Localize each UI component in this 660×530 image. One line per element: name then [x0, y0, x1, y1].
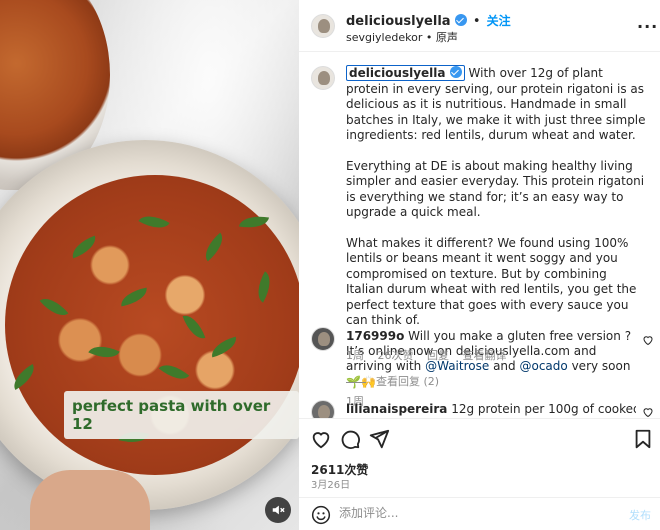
comment-likes[interactable]: 26次赞 — [378, 349, 414, 362]
comment-bar: 发布 — [299, 497, 660, 530]
verified-icon — [454, 14, 467, 26]
comment-username[interactable]: 176999o — [346, 329, 404, 343]
heart-icon[interactable] — [310, 428, 332, 450]
comment-like-icon[interactable] — [642, 406, 654, 418]
translate-button[interactable]: 查看翻译 — [463, 349, 507, 362]
emoji-icon[interactable] — [311, 505, 331, 525]
comment-body: 176999o Will you make a gluten free vers… — [346, 329, 636, 343]
comment-meta: 1周 26次赞 回复 查看翻译 — [346, 347, 517, 363]
comment-avatar[interactable] — [311, 400, 335, 418]
comment-item: 176999o Will you make a gluten free vers… — [299, 325, 660, 388]
caption-paragraph-2: Everything at DE is about making healthy… — [346, 158, 645, 220]
mute-button[interactable] — [265, 497, 291, 523]
comment-avatar[interactable] — [311, 327, 335, 351]
audio-line[interactable]: sevgiyledekor • 原声 — [346, 29, 458, 45]
comment-username[interactable]: lilianaispereira — [346, 402, 447, 416]
comment-time[interactable]: 1周 — [346, 349, 364, 362]
post-panel: deliciouslyella • 关注 sevgiyledekor • 原声 … — [299, 0, 660, 530]
caption-username[interactable]: deliciouslyella — [346, 65, 465, 81]
comment-like-icon[interactable] — [642, 334, 654, 346]
hand-image — [30, 470, 150, 530]
separator: • — [425, 31, 433, 44]
view-replies-button[interactable]: 查看回复 (2) — [346, 373, 439, 389]
bookmark-icon[interactable] — [632, 428, 654, 450]
reply-button[interactable]: 回复 — [427, 349, 449, 362]
audio-username[interactable]: sevgiyledekor — [346, 31, 422, 44]
post-comment-button[interactable]: 发布 — [629, 507, 651, 523]
video-overlay-text: perfect pasta with over 12 — [64, 391, 299, 439]
author-username[interactable]: deliciouslyella — [346, 14, 451, 29]
view-replies-label: 查看回复 (2) — [376, 375, 440, 388]
separator: • — [472, 14, 481, 29]
follow-button[interactable]: 关注 — [487, 14, 511, 28]
share-icon[interactable] — [368, 428, 390, 450]
caption-avatar[interactable] — [311, 66, 335, 90]
author-line: deliciouslyella • 关注 — [346, 12, 511, 29]
post-date[interactable]: 3月26日 — [311, 476, 350, 491]
verified-icon — [449, 66, 462, 78]
comment-text: 12g protein per 100g of cooked paste or — [451, 402, 636, 416]
post-header: deliciouslyella • 关注 sevgiyledekor • 原声 … — [299, 0, 660, 52]
comment-input[interactable] — [339, 506, 589, 520]
comment-text: Will you make a gluten free version ? — [408, 329, 632, 343]
more-icon[interactable]: ··· — [637, 17, 658, 36]
view-replies-line — [346, 381, 366, 383]
comments-scroll-area[interactable]: deliciouslyella With over 12g of plant p… — [299, 53, 660, 418]
comment-item: lilianaispereira 12g protein per 100g of… — [299, 400, 660, 418]
post-media[interactable]: perfect pasta with over 12 — [0, 0, 299, 530]
mute-icon — [272, 505, 285, 515]
caption-paragraph-3: What makes it different? We found using … — [346, 235, 637, 328]
audio-label[interactable]: 原声 — [436, 31, 458, 44]
comment-icon[interactable] — [339, 428, 361, 450]
post-actions: 2611次赞 3月26日 发布 — [299, 418, 660, 530]
comment-body: lilianaispereira 12g protein per 100g of… — [346, 402, 636, 416]
author-avatar[interactable] — [311, 14, 335, 38]
